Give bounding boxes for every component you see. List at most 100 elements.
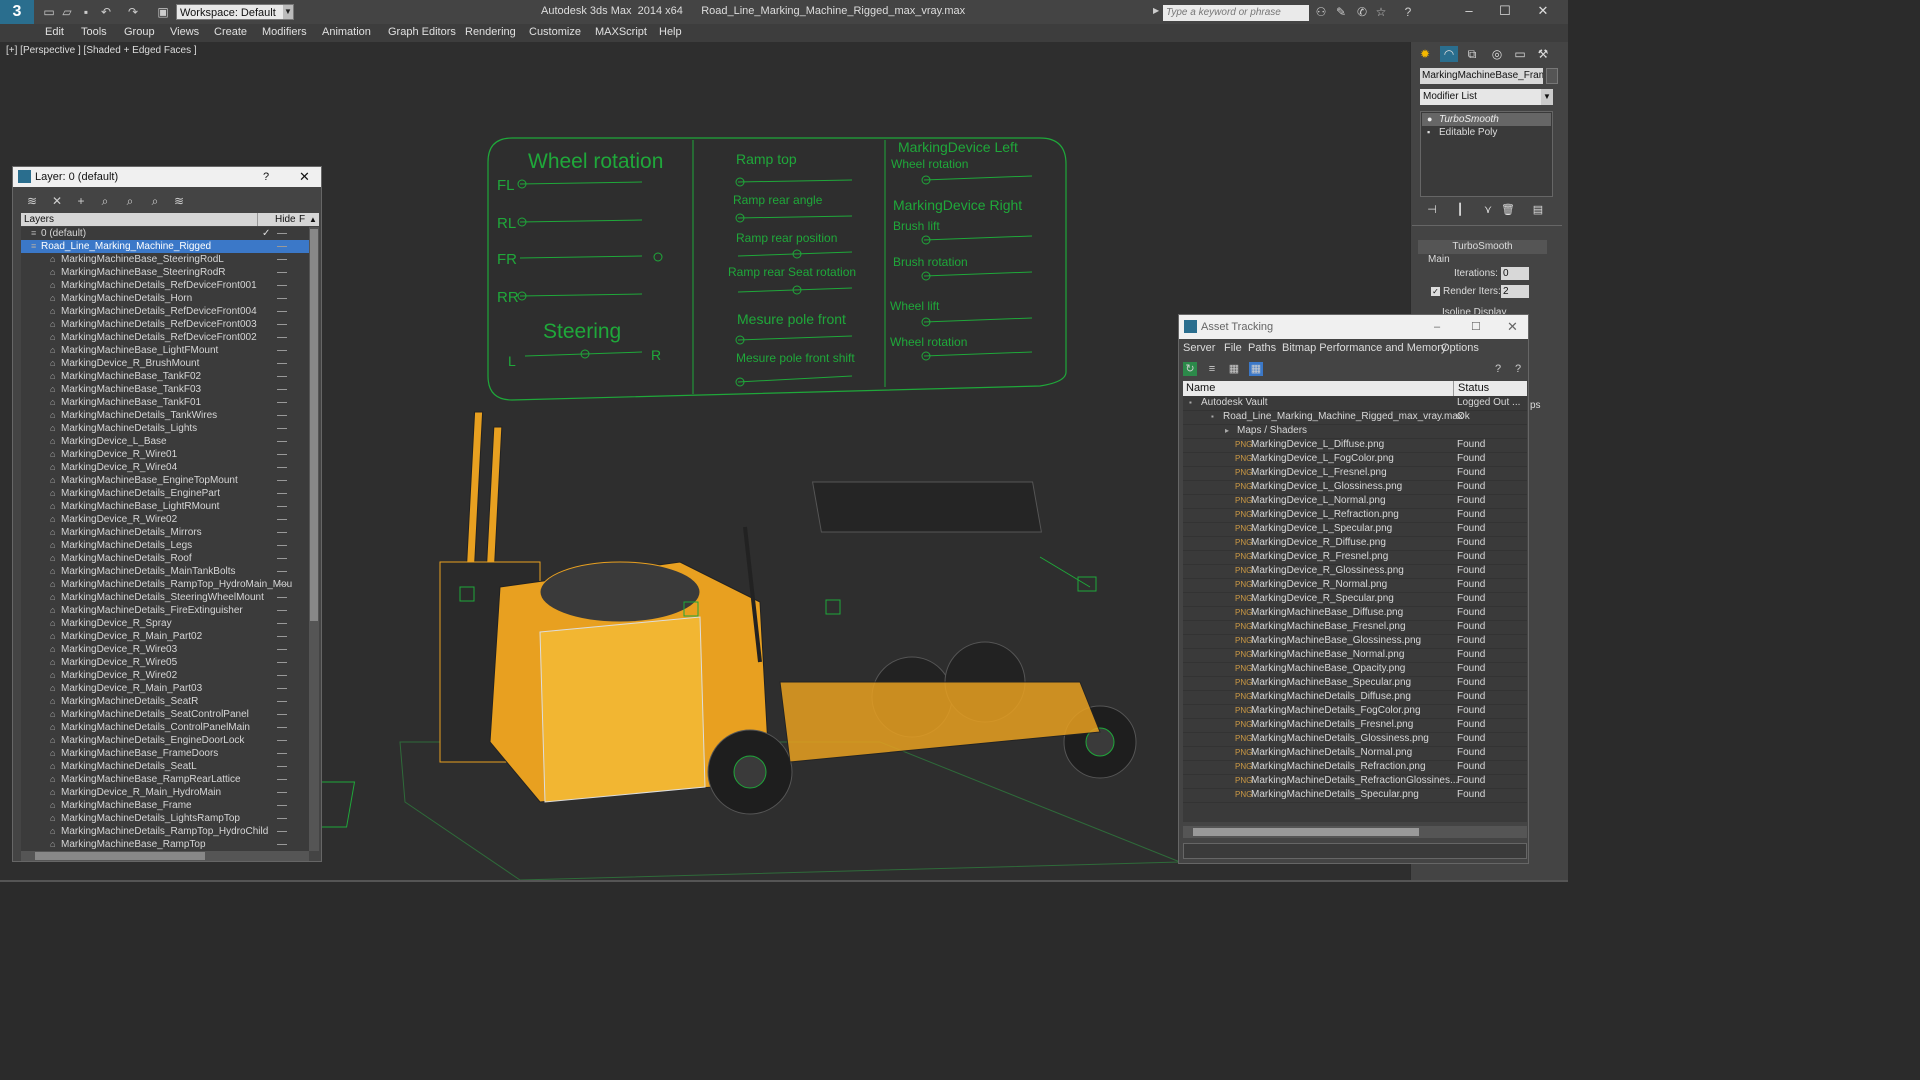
- hide-toggle[interactable]: [277, 636, 287, 637]
- layer-row[interactable]: ⌂ MarkingMachineBase_RampTop: [21, 838, 309, 851]
- modifier-list-dropdown[interactable]: Modifier List ▼: [1420, 89, 1553, 105]
- undo-icon[interactable]: ↶: [99, 5, 113, 19]
- asset-row[interactable]: PNG MarkingDevice_R_Specular.png Found: [1183, 592, 1527, 607]
- help-icon[interactable]: ?: [1491, 362, 1505, 376]
- hide-toggle[interactable]: [277, 376, 287, 377]
- layer-row[interactable]: ⌂ MarkingMachineDetails_Lights: [21, 422, 309, 435]
- layer-row[interactable]: ⌂ MarkingMachineDetails_FireExtinguisher: [21, 604, 309, 617]
- hide-toggle[interactable]: [277, 246, 287, 247]
- hide-toggle[interactable]: [277, 779, 287, 780]
- layer-row[interactable]: ⌂ MarkingDevice_R_Wire05: [21, 656, 309, 669]
- slider-fr-knob[interactable]: [653, 252, 663, 262]
- active-layer-check-icon[interactable]: ✓: [262, 227, 270, 240]
- delete-layer-icon[interactable]: ✕: [48, 193, 66, 209]
- hide-toggle[interactable]: [277, 740, 287, 741]
- menu-views[interactable]: Views: [170, 26, 199, 38]
- hide-toggle[interactable]: [277, 493, 287, 494]
- layer-row[interactable]: ≡ Road_Line_Marking_Machine_Rigged: [21, 240, 309, 253]
- hide-toggle[interactable]: [277, 844, 287, 845]
- table-view-icon[interactable]: ▦: [1227, 362, 1241, 376]
- asset-row[interactable]: PNG MarkingDevice_L_Glossiness.png Found: [1183, 480, 1527, 495]
- menu-file[interactable]: File: [1224, 342, 1242, 354]
- layer-row[interactable]: ⌂ MarkingMachineDetails_SteeringWheelMoun…: [21, 591, 309, 604]
- layer-row[interactable]: ⌂ MarkingDevice_R_BrushMount: [21, 357, 309, 370]
- subscription-icon[interactable]: ✎: [1334, 5, 1348, 19]
- save-icon[interactable]: ▪: [79, 5, 93, 19]
- communication-icon[interactable]: ✆: [1355, 5, 1369, 19]
- layer-row[interactable]: ⌂ MarkingDevice_R_Main_Part02: [21, 630, 309, 643]
- hide-toggle[interactable]: [277, 623, 287, 624]
- freeze-all-icon[interactable]: ≋: [170, 193, 188, 209]
- vault-help-icon[interactable]: ?: [1511, 362, 1525, 376]
- render-iters-spinner[interactable]: 2: [1501, 285, 1529, 298]
- layer-row[interactable]: ⌂ MarkingMachineBase_FrameDoors: [21, 747, 309, 760]
- hide-toggle[interactable]: [277, 831, 287, 832]
- hide-toggle[interactable]: [277, 805, 287, 806]
- turbosmooth-rollout-header[interactable]: TurboSmooth: [1418, 240, 1547, 254]
- layer-row[interactable]: ⌂ MarkingMachineDetails_RefDeviceFront004: [21, 305, 309, 318]
- menu-rendering[interactable]: Rendering: [465, 26, 516, 38]
- expand-box-icon[interactable]: ▪: [1427, 126, 1430, 139]
- asset-row[interactable]: PNG MarkingMachineDetails_Diffuse.png Foun…: [1183, 690, 1527, 705]
- hide-toggle[interactable]: [277, 441, 287, 442]
- hide-toggle[interactable]: [277, 428, 287, 429]
- make-unique-icon[interactable]: ⋎: [1480, 203, 1496, 217]
- hierarchy-tab-icon[interactable]: ⧉: [1463, 46, 1481, 62]
- asset-row[interactable]: PNG MarkingDevice_L_Specular.png Found: [1183, 522, 1527, 537]
- asset-row[interactable]: PNG MarkingDevice_R_Normal.png Found: [1183, 578, 1527, 593]
- layer-row[interactable]: ⌂ MarkingDevice_R_Wire01: [21, 448, 309, 461]
- layer-row[interactable]: ⌂ MarkingMachineDetails_Legs: [21, 539, 309, 552]
- hide-toggle[interactable]: [277, 688, 287, 689]
- hide-toggle[interactable]: [277, 649, 287, 650]
- help-icon[interactable]: ?: [1401, 5, 1415, 19]
- stack-item-turbosmooth[interactable]: ● TurboSmooth: [1422, 113, 1551, 126]
- asset-row[interactable]: PNG MarkingMachineDetails_Normal.png Found: [1183, 746, 1527, 761]
- road-marking-machine-model[interactable]: [300, 411, 1137, 828]
- menu-bitmap-performance[interactable]: Bitmap Performance and Memory: [1282, 342, 1446, 354]
- layer-explorer-title-bar[interactable]: Layer: 0 (default) ? ✕: [13, 167, 321, 187]
- asset-row[interactable]: PNG MarkingDevice_L_Fresnel.png Found: [1183, 466, 1527, 481]
- hide-toggle[interactable]: [277, 402, 287, 403]
- layer-row[interactable]: ⌂ MarkingMachineDetails_SeatControlPanel: [21, 708, 309, 721]
- menu-modifiers[interactable]: Modifiers: [262, 26, 307, 38]
- close-button[interactable]: ✕: [1532, 3, 1554, 19]
- scrollbar-thumb[interactable]: [35, 852, 205, 860]
- asset-row[interactable]: PNG MarkingMachineBase_Diffuse.png Found: [1183, 606, 1527, 621]
- layer-row[interactable]: ⌂ MarkingMachineDetails_MainTankBolts: [21, 565, 309, 578]
- layer-row[interactable]: ⌂ MarkingMachineBase_EngineTopMount: [21, 474, 309, 487]
- motion-tab-icon[interactable]: ◎: [1488, 46, 1506, 62]
- hide-toggle[interactable]: [277, 519, 287, 520]
- layer-row[interactable]: ⌂ MarkingMachineDetails_SeatL: [21, 760, 309, 773]
- layer-row[interactable]: ⌂ MarkingMachineBase_RampRearLattice: [21, 773, 309, 786]
- hide-toggle[interactable]: [277, 727, 287, 728]
- asset-row[interactable]: PNG MarkingMachineBase_Fresnel.png Found: [1183, 620, 1527, 635]
- asset-row[interactable]: PNG MarkingDevice_L_FogColor.png Found: [1183, 452, 1527, 467]
- hide-toggle[interactable]: [277, 389, 287, 390]
- menu-help[interactable]: Help: [659, 26, 682, 38]
- project-folder-icon[interactable]: ▣: [156, 5, 170, 19]
- hide-toggle[interactable]: [277, 480, 287, 481]
- maximize-button[interactable]: ☐: [1494, 3, 1516, 19]
- hide-toggle[interactable]: [277, 662, 287, 663]
- render-iters-checkbox[interactable]: ✓: [1431, 287, 1440, 296]
- create-tab-icon[interactable]: ✹: [1416, 46, 1434, 62]
- hide-toggle[interactable]: [277, 597, 287, 598]
- app-logo-icon[interactable]: 3: [0, 0, 34, 24]
- refresh-icon[interactable]: ↻: [1183, 362, 1197, 376]
- layer-row[interactable]: ⌂ MarkingDevice_R_Wire02: [21, 513, 309, 526]
- new-file-icon[interactable]: ▭: [42, 5, 56, 19]
- new-layer-icon[interactable]: ≋: [23, 193, 41, 209]
- hide-toggle[interactable]: [277, 818, 287, 819]
- redo-icon[interactable]: ↷: [126, 5, 140, 19]
- hide-toggle[interactable]: [277, 363, 287, 364]
- asset-row[interactable]: PNG MarkingDevice_L_Refraction.png Found: [1183, 508, 1527, 523]
- add-to-layer-icon[interactable]: +: [72, 193, 90, 209]
- asset-row[interactable]: PNG MarkingMachineBase_Normal.png Found: [1183, 648, 1527, 663]
- minimize-button[interactable]: –: [1434, 315, 1440, 339]
- close-button[interactable]: ✕: [1507, 315, 1518, 339]
- hide-toggle[interactable]: [277, 753, 287, 754]
- highlight-layer-icon[interactable]: ⌕: [121, 193, 139, 209]
- layer-row[interactable]: ⌂ MarkingMachineBase_Frame: [21, 799, 309, 812]
- hide-toggle[interactable]: [277, 558, 287, 559]
- menu-maxscript[interactable]: MAXScript: [595, 26, 647, 38]
